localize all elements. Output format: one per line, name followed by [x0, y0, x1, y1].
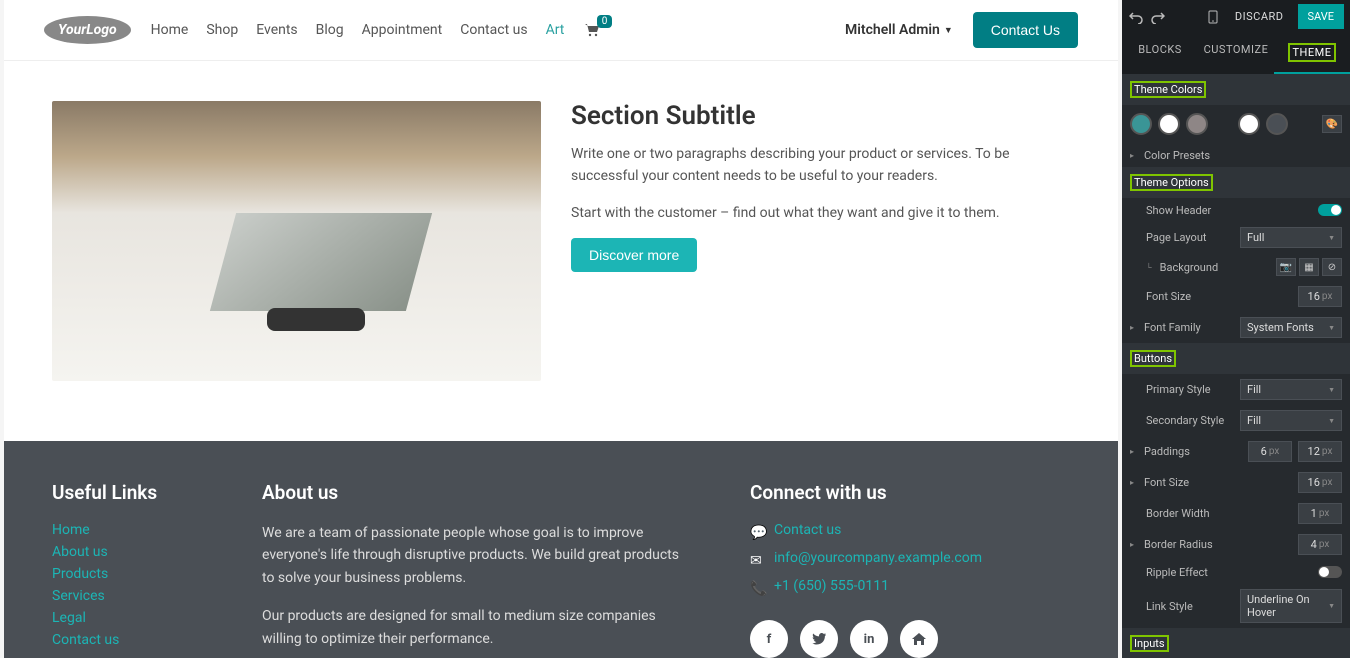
tab-blocks[interactable]: BLOCKS: [1122, 33, 1198, 74]
phone-icon: 📞: [750, 581, 764, 597]
footer-link-home[interactable]: Home: [52, 522, 202, 538]
color-palette-icon[interactable]: 🎨: [1322, 115, 1342, 133]
secondary-style-select[interactable]: Fill▼: [1240, 410, 1342, 431]
topbar: YourLogo Home Shop Events Blog Appointme…: [4, 0, 1118, 61]
useful-links-heading: Useful Links: [52, 481, 202, 504]
cart-badge: 0: [597, 15, 613, 28]
primary-style-label: Primary Style: [1130, 383, 1234, 396]
nav-events[interactable]: Events: [256, 22, 297, 38]
show-header-toggle[interactable]: [1318, 204, 1342, 216]
footer: Useful Links Home About us Products Serv…: [4, 441, 1118, 658]
user-menu[interactable]: Mitchell Admin▼: [845, 22, 953, 38]
redo-icon[interactable]: [1150, 9, 1166, 25]
contact-us-button[interactable]: Contact Us: [973, 12, 1078, 48]
discard-button[interactable]: DISCARD: [1227, 4, 1292, 29]
color-swatch-2[interactable]: [1158, 113, 1180, 135]
facebook-icon[interactable]: f: [750, 620, 788, 658]
font-size-label: Font Size: [1130, 290, 1292, 303]
footer-link-legal[interactable]: Legal: [52, 610, 202, 626]
nav-contact[interactable]: Contact us: [460, 22, 527, 38]
section-subtitle: Section Subtitle: [571, 101, 1070, 131]
font-size-input[interactable]: 16px: [1298, 286, 1342, 307]
color-swatch-5[interactable]: [1266, 113, 1288, 135]
ripple-label: Ripple Effect: [1130, 566, 1312, 579]
primary-style-select[interactable]: Fill▼: [1240, 379, 1342, 400]
footer-contact-link[interactable]: Contact us: [774, 522, 841, 538]
save-button[interactable]: SAVE: [1298, 4, 1345, 29]
section-theme-options: Theme Options: [1122, 167, 1350, 198]
border-width-label: Border Width: [1130, 507, 1292, 520]
border-radius-label: Border Radius: [1144, 538, 1292, 551]
color-swatch-3[interactable]: [1186, 113, 1208, 135]
color-swatch-1[interactable]: [1130, 113, 1152, 135]
bg-none-icon[interactable]: ⊘: [1322, 258, 1342, 276]
color-swatch-4[interactable]: [1238, 113, 1260, 135]
about-paragraph-2: Our products are designed for small to m…: [262, 605, 690, 650]
connect-heading: Connect with us: [750, 481, 1070, 504]
background-label: Background: [1160, 261, 1270, 274]
paddings-label: Paddings: [1144, 445, 1242, 458]
secondary-style-label: Secondary Style: [1130, 414, 1234, 427]
padding-x-input[interactable]: 12px: [1298, 441, 1342, 462]
link-style-select[interactable]: Underline On Hover▼: [1240, 589, 1342, 623]
editor-panel: DISCARD SAVE BLOCKS CUSTOMIZE THEME Them…: [1122, 0, 1350, 658]
page-layout-select[interactable]: Full▼: [1240, 227, 1342, 248]
nav-home[interactable]: Home: [151, 22, 189, 38]
link-style-label: Link Style: [1130, 600, 1234, 613]
bg-image-icon[interactable]: 📷: [1276, 258, 1296, 276]
footer-link-contact[interactable]: Contact us: [52, 632, 202, 648]
chat-icon: 💬: [750, 525, 764, 541]
bg-pattern-icon[interactable]: ▦: [1299, 258, 1319, 276]
color-presets-row[interactable]: ▸Color Presets: [1122, 143, 1350, 167]
hero-paragraph-2: Start with the customer – find out what …: [571, 202, 1070, 224]
section-theme-colors: Theme Colors: [1122, 74, 1350, 105]
panel-tabs: BLOCKS CUSTOMIZE THEME: [1122, 33, 1350, 74]
btn-font-size-label: Font Size: [1144, 476, 1292, 489]
nav-appointment[interactable]: Appointment: [362, 22, 443, 38]
font-family-label: Font Family: [1144, 321, 1234, 334]
cart-icon[interactable]: 0: [584, 23, 600, 37]
border-radius-input[interactable]: 4px: [1298, 534, 1342, 555]
mail-icon: ✉: [750, 553, 764, 569]
logo[interactable]: YourLogo: [44, 16, 131, 44]
undo-icon[interactable]: [1128, 9, 1144, 25]
footer-link-services[interactable]: Services: [52, 588, 202, 604]
about-paragraph-1: We are a team of passionate people whose…: [262, 522, 690, 589]
btn-font-size-input[interactable]: 16px: [1298, 472, 1342, 493]
home-icon[interactable]: [900, 620, 938, 658]
discover-more-button[interactable]: Discover more: [571, 238, 697, 272]
nav-blog[interactable]: Blog: [316, 22, 344, 38]
nav-shop[interactable]: Shop: [206, 22, 238, 38]
page-layout-label: Page Layout: [1130, 231, 1234, 244]
main-nav: Home Shop Events Blog Appointment Contac…: [151, 22, 565, 38]
mobile-preview-icon[interactable]: [1205, 9, 1221, 25]
footer-link-about[interactable]: About us: [52, 544, 202, 560]
twitter-icon[interactable]: [800, 620, 838, 658]
about-us-heading: About us: [262, 481, 690, 504]
tab-customize[interactable]: CUSTOMIZE: [1198, 33, 1274, 74]
linkedin-icon[interactable]: in: [850, 620, 888, 658]
font-family-select[interactable]: System Fonts▼: [1240, 317, 1342, 338]
footer-phone-link[interactable]: +1 (650) 555-0111: [774, 578, 889, 594]
tab-theme[interactable]: THEME: [1274, 33, 1350, 74]
padding-y-input[interactable]: 6px: [1248, 441, 1292, 462]
ripple-toggle[interactable]: [1318, 566, 1342, 578]
nav-art[interactable]: Art: [546, 22, 565, 38]
footer-email-link[interactable]: info@yourcompany.example.com: [774, 550, 982, 566]
show-header-label: Show Header: [1130, 204, 1312, 217]
border-width-input[interactable]: 1px: [1298, 503, 1342, 524]
hero-paragraph-1: Write one or two paragraphs describing y…: [571, 143, 1070, 188]
footer-link-products[interactable]: Products: [52, 566, 202, 582]
hero-image: [52, 101, 541, 381]
section-buttons: Buttons: [1122, 343, 1350, 374]
hero-section: Section Subtitle Write one or two paragr…: [4, 61, 1118, 441]
section-inputs: Inputs: [1122, 628, 1350, 658]
